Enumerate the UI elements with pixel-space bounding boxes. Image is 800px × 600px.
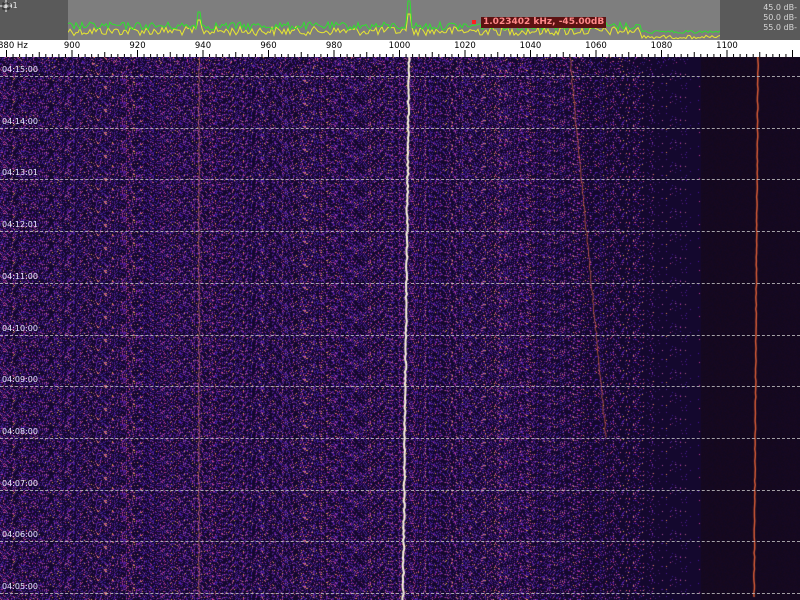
crosshair-icon [0, 0, 12, 12]
db-label-50: 50.0 dB- [763, 13, 797, 22]
time-gridline [0, 76, 800, 77]
time-label: 04:10:00 [2, 323, 38, 333]
time-gridline [0, 386, 800, 388]
spectrum-trace-svg [68, 0, 720, 40]
ruler-tick-label: 1060 [585, 41, 607, 51]
spectrum-plot-area[interactable] [68, 0, 720, 40]
ruler-tick-label: 900 [63, 41, 81, 51]
time-gridline [0, 437, 800, 439]
time-gridline [0, 231, 800, 233]
time-gridline [0, 127, 800, 129]
time-gridline [0, 593, 800, 594]
time-label: 04:11:00 [2, 271, 38, 281]
frequency-ruler[interactable]: 880 Hz 900 920 940 960 980 1000 1020 1040 1060 10… [0, 40, 800, 57]
ruler-start-label: 880 Hz [0, 41, 28, 51]
time-label: 04:05:00 [2, 582, 38, 591]
ruler-tick-label: 980 [325, 41, 343, 51]
time-gridline [0, 334, 800, 336]
waterfall-display[interactable]: 04:15:00 04:14:00 04:13:01 04:12:01 04:11:00… [0, 57, 800, 600]
time-gridline [0, 179, 800, 181]
ruler-tick-label: 1000 [388, 41, 411, 51]
time-label: 04:13:01 [2, 168, 38, 178]
ruler-tick-label: 960 [260, 41, 277, 51]
time-label: 04:09:00 [2, 375, 38, 385]
cursor-marker [472, 20, 476, 24]
ruler-tick-label: 1020 [454, 41, 476, 51]
time-label: 04:15:00 [2, 65, 38, 74]
ruler-tick-label: 1100 [716, 41, 738, 51]
ruler-tick-label: 1040 [519, 41, 542, 51]
db-label-55: 55.0 dB- [763, 23, 797, 32]
time-gridline [0, 282, 800, 284]
spectrum-panel[interactable]: Ch1 45.0 dB- 50.0 dB- 55.0 dB- 1.023402 … [0, 0, 800, 40]
time-label: 04:06:00 [2, 530, 38, 540]
time-label: 04:08:00 [2, 426, 38, 436]
ruler-tick-label: 1080 [650, 41, 673, 51]
ruler-tick-label: 920 [129, 41, 146, 51]
time-gridline [0, 541, 800, 543]
db-label-45: 45.0 dB- [763, 3, 797, 12]
time-label: 04:07:00 [2, 478, 38, 488]
cursor-readout: 1.023402 kHz, -45.00dB [481, 17, 607, 28]
time-gridline [0, 489, 800, 491]
time-label: 04:12:01 [2, 220, 38, 230]
ruler-tick-label: 940 [194, 41, 212, 51]
time-label: 04:14:00 [2, 116, 38, 126]
waterfall-canvas [0, 57, 800, 600]
